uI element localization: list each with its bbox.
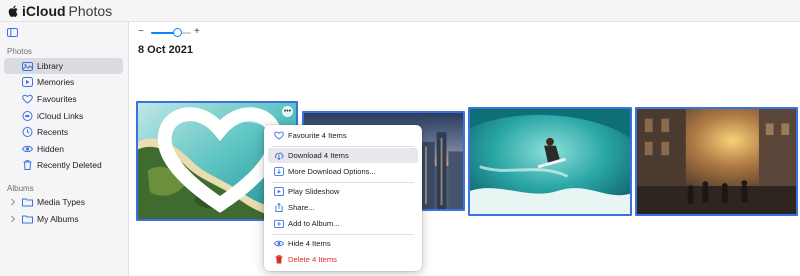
- apple-logo-icon: [8, 5, 18, 17]
- context-menu: Favourite 4 Items Download 4 Items More …: [264, 125, 422, 271]
- date-heading: 8 Oct 2021: [138, 44, 194, 56]
- chevron-right-icon[interactable]: [10, 198, 16, 206]
- brand: iCloud Photos: [8, 3, 112, 19]
- menu-item-favourite[interactable]: Favourite 4 Items: [268, 128, 418, 143]
- zoom-slider-knob[interactable]: [172, 28, 182, 37]
- zoom-in-button[interactable]: +: [194, 26, 200, 37]
- sidebar-item-label: Recents: [37, 127, 69, 137]
- eye-icon: [22, 145, 33, 153]
- sidebar-item-hidden[interactable]: Hidden: [4, 141, 123, 157]
- memories-icon: [22, 77, 33, 87]
- menu-item-more-download-options[interactable]: More Download Options...: [268, 164, 418, 179]
- heart-icon: [22, 94, 33, 104]
- menu-item-hide[interactable]: Hide 4 Items: [268, 236, 418, 251]
- menu-item-label: Hide 4 Items: [288, 239, 331, 248]
- section-heading-photos: Photos: [7, 47, 32, 56]
- share-icon: [275, 203, 283, 212]
- menu-divider: [272, 146, 414, 147]
- cloud-link-icon: [22, 111, 33, 121]
- sidebar-item-recently-deleted[interactable]: Recently Deleted: [4, 157, 123, 173]
- zoom-out-button[interactable]: −: [138, 26, 144, 37]
- menu-item-play-slideshow[interactable]: Play Slideshow: [268, 184, 418, 199]
- photo-tile-city-street[interactable]: [635, 107, 798, 216]
- heart-icon: [274, 131, 284, 140]
- library-icon: [22, 62, 33, 71]
- sidebar-item-media-types[interactable]: Media Types: [4, 194, 123, 210]
- add-album-icon: [274, 219, 284, 228]
- menu-item-download[interactable]: Download 4 Items: [268, 148, 418, 163]
- menu-divider: [272, 234, 414, 235]
- sidebar-item-label: iCloud Links: [37, 111, 84, 121]
- sidebar-item-library[interactable]: Library: [4, 58, 123, 74]
- clock-icon: [22, 127, 33, 137]
- sidebar-item-label: Memories: [37, 77, 75, 87]
- sidebar-item-label: Library: [37, 61, 63, 71]
- menu-item-label: Download 4 Items: [288, 151, 349, 160]
- sidebar-item-label: Hidden: [37, 144, 64, 154]
- app-header: iCloud Photos: [0, 0, 800, 22]
- brand-icloud: iCloud: [22, 3, 66, 19]
- menu-item-label: Delete 4 Items: [288, 255, 337, 264]
- download-icon: [274, 152, 284, 160]
- section-heading-albums: Albums: [7, 184, 34, 193]
- play-icon: [274, 187, 284, 196]
- sidebar-item-label: Favourites: [37, 94, 77, 104]
- menu-divider: [272, 182, 414, 183]
- folder-icon: [22, 215, 33, 224]
- chevron-right-icon[interactable]: [10, 215, 16, 223]
- menu-item-label: Favourite 4 Items: [288, 131, 347, 140]
- photo-city-street: [637, 109, 796, 214]
- sidebar-toggle-icon[interactable]: [7, 28, 18, 37]
- sidebar: Photos Library Memories Favourites iClou…: [0, 22, 129, 276]
- eye-icon: [274, 240, 284, 247]
- folder-icon: [22, 198, 33, 207]
- sidebar-item-recents[interactable]: Recents: [4, 124, 123, 140]
- menu-item-label: More Download Options...: [288, 167, 376, 176]
- sidebar-item-icloud-links[interactable]: iCloud Links: [4, 108, 123, 124]
- download-options-icon: [274, 167, 284, 176]
- menu-item-delete[interactable]: Delete 4 Items: [268, 252, 418, 267]
- menu-item-share[interactable]: Share...: [268, 200, 418, 215]
- brand-photos: Photos: [68, 3, 113, 19]
- sidebar-item-label: My Albums: [37, 214, 79, 224]
- zoom-slider[interactable]: [151, 32, 191, 34]
- sidebar-item-my-albums[interactable]: My Albums: [4, 211, 123, 227]
- trash-icon: [23, 160, 32, 170]
- trash-icon: [275, 255, 283, 264]
- sidebar-item-favourites[interactable]: Favourites: [4, 91, 123, 107]
- menu-item-label: Add to Album...: [288, 219, 340, 228]
- sidebar-item-label: Media Types: [37, 197, 86, 207]
- menu-item-label: Play Slideshow: [288, 187, 340, 196]
- photo-tile-surfer-wave[interactable]: [468, 107, 632, 216]
- main-content: − + 8 Oct 2021 •••: [129, 22, 800, 276]
- photo-surfer-wave: [470, 109, 630, 214]
- menu-item-add-to-album[interactable]: Add to Album...: [268, 216, 418, 231]
- sidebar-item-label: Recently Deleted: [37, 160, 102, 170]
- menu-item-label: Share...: [288, 203, 315, 212]
- sidebar-item-memories[interactable]: Memories: [4, 74, 123, 90]
